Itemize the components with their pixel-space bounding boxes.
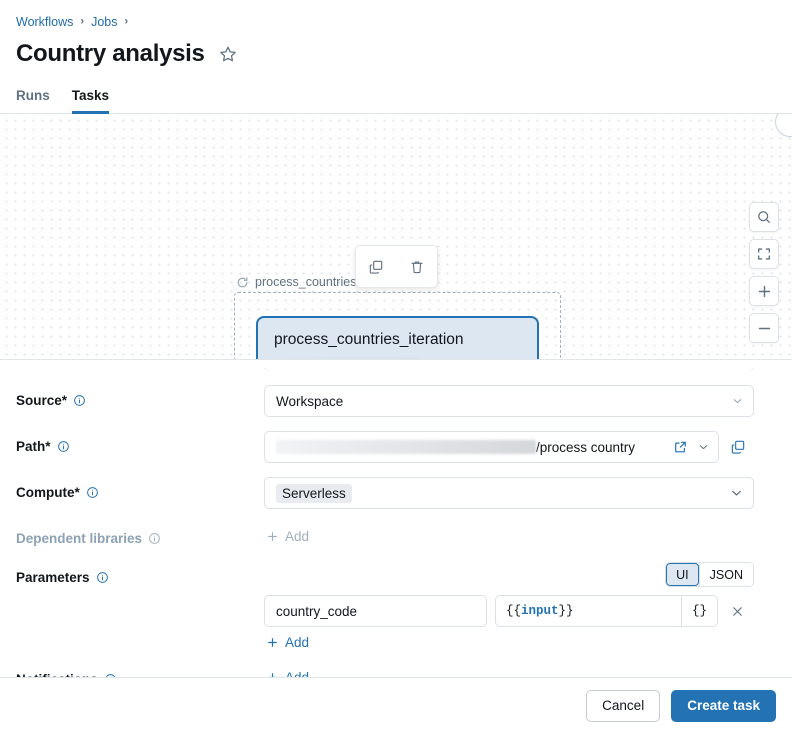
close-icon[interactable] [726, 600, 748, 622]
info-icon [57, 440, 70, 453]
notifications-field: Add [264, 664, 776, 677]
chevron-down-icon[interactable] [697, 441, 710, 454]
chevron-down-icon [731, 395, 744, 408]
value-inner: input [521, 604, 559, 618]
form-action-bar: Cancel Create task [0, 677, 792, 733]
workflow-canvas[interactable]: process_countries process_countries_iter… [0, 114, 792, 360]
node-action-toolbar [355, 245, 438, 288]
create-task-button[interactable]: Create task [671, 690, 776, 722]
task-node-title: process_countries_iteration [274, 330, 521, 350]
path-input-actions [673, 440, 710, 455]
task-node-subtitle: /process country [274, 359, 521, 360]
form-row-parameters: Parameters UI JSON country_code {{i [16, 562, 776, 654]
page-title: Country analysis [16, 40, 205, 68]
info-icon [148, 532, 161, 545]
toggle-option-ui[interactable]: UI [666, 563, 699, 586]
insert-variable-button[interactable]: {} [681, 596, 717, 626]
breadcrumb-separator: › [125, 14, 129, 30]
source-label: Source* [16, 385, 264, 408]
canvas-controls [749, 202, 779, 343]
loop-icon [236, 276, 249, 289]
value-suffix: }} [559, 604, 574, 618]
compute-field: Serverless [264, 477, 776, 509]
parameters-view-toggle-wrap: UI JSON [264, 562, 754, 587]
breadcrumb-item-jobs[interactable]: Jobs [91, 14, 117, 30]
loop-group-label: process_countries [236, 275, 356, 289]
form-row-source: Source* Workspace [16, 385, 776, 417]
page-header: Workflows › Jobs › Country analysis [0, 0, 792, 71]
parameter-value-input[interactable]: {{input}} [496, 596, 681, 626]
task-node-process-countries-iteration[interactable]: process_countries_iteration /process cou… [256, 316, 539, 360]
add-notification-button[interactable]: Add [264, 664, 309, 677]
folder-icon [274, 359, 288, 360]
compute-label: Compute* [16, 477, 264, 500]
add-label: Add [285, 635, 309, 650]
source-value: Workspace [276, 394, 343, 409]
source-select[interactable]: Workspace [264, 385, 754, 417]
compute-value-chip: Serverless [276, 484, 352, 503]
add-parameter-button[interactable]: Add [264, 629, 309, 652]
value-prefix: {{ [506, 604, 521, 618]
parameters-view-toggle: UI JSON [665, 562, 754, 587]
info-icon [96, 571, 109, 584]
loop-group-name: process_countries [255, 275, 356, 289]
dependent-libraries-field: Add [264, 523, 776, 548]
plus-icon[interactable] [749, 276, 779, 306]
fit-screen-icon[interactable] [749, 239, 779, 269]
notifications-label: Notifications [16, 664, 264, 677]
info-icon [86, 486, 99, 499]
minus-icon[interactable] [749, 313, 779, 343]
copy-icon[interactable] [366, 257, 386, 277]
toggle-option-json[interactable]: JSON [699, 563, 753, 586]
path-suffix: /process country [536, 440, 635, 455]
source-field: Workspace [264, 385, 776, 417]
info-icon [73, 394, 86, 407]
task-node-path-redacted [296, 360, 421, 361]
add-label: Add [285, 670, 309, 677]
compute-select[interactable]: Serverless [264, 477, 754, 509]
canvas-corner-badge [775, 114, 792, 137]
task-form: Source* Workspace Path* [0, 368, 792, 677]
plus-icon [266, 530, 279, 543]
add-dependent-library-button[interactable]: Add [264, 523, 309, 546]
trash-icon[interactable] [407, 257, 427, 277]
tab-tasks[interactable]: Tasks [72, 88, 109, 114]
breadcrumb: Workflows › Jobs › [16, 14, 776, 30]
task-form-scroll-area[interactable]: Source* Workspace Path* [0, 368, 792, 677]
parameter-row: country_code {{input}} {} [264, 595, 776, 627]
path-input[interactable]: /process country [264, 431, 719, 463]
search-icon[interactable] [749, 202, 779, 232]
form-row-compute: Compute* Serverless [16, 477, 776, 509]
plus-icon [266, 636, 279, 649]
form-row-path: Path* /process country [16, 431, 776, 463]
parameter-value-wrap: {{input}} {} [495, 595, 718, 627]
cancel-button[interactable]: Cancel [586, 690, 660, 722]
chevron-down-icon [729, 486, 744, 501]
add-label: Add [285, 529, 309, 544]
breadcrumb-item-workflows[interactable]: Workflows [16, 14, 73, 30]
title-row: Country analysis [16, 37, 776, 71]
external-link-icon[interactable] [673, 440, 688, 455]
star-outline-icon[interactable] [219, 45, 237, 63]
form-row-dependent-libraries: Dependent libraries Add [16, 523, 776, 548]
tab-bar: Runs Tasks [0, 81, 792, 114]
copy-path-button[interactable] [727, 436, 749, 458]
dependent-libraries-label: Dependent libraries [16, 523, 264, 546]
path-field-wrap: /process country [264, 431, 776, 463]
form-row-notifications: Notifications Add [16, 664, 776, 677]
parameters-label: Parameters [16, 562, 264, 585]
path-label: Path* [16, 431, 264, 454]
parameters-field: UI JSON country_code {{input}} {} [264, 562, 776, 654]
path-redacted-value [276, 440, 536, 454]
breadcrumb-separator: › [80, 14, 84, 30]
scrolled-field-partial [264, 368, 754, 371]
task-node-path-suffix: /process country [429, 359, 521, 360]
parameter-key-input[interactable]: country_code [264, 595, 487, 627]
tab-runs[interactable]: Runs [16, 88, 50, 114]
path-field: /process country [264, 431, 776, 463]
